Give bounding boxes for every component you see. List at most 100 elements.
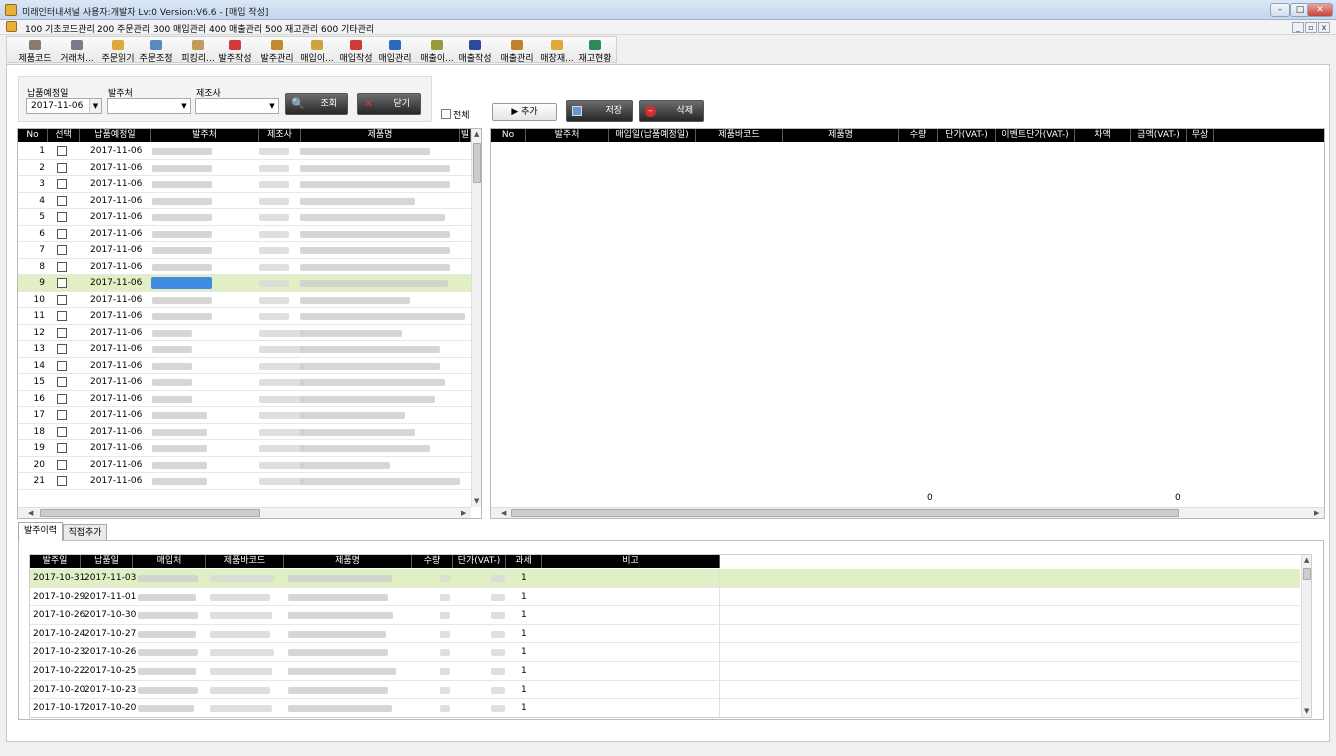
- mdi-close-button[interactable]: x: [1318, 22, 1330, 33]
- history-col-6[interactable]: 단가(VAT-): [453, 555, 506, 568]
- toolbar-button-12[interactable]: 매출관리: [497, 38, 537, 64]
- supplier-select[interactable]: ▼: [107, 98, 191, 114]
- row-select-checkbox[interactable]: [57, 459, 67, 470]
- pending-order-col-1[interactable]: 선택: [48, 129, 80, 142]
- table-row[interactable]: 2 2017-11-06: [18, 160, 471, 176]
- search-button[interactable]: 🔍 조회: [285, 93, 348, 115]
- scroll-thumb[interactable]: [1303, 568, 1311, 580]
- row-select-checkbox[interactable]: [57, 344, 67, 354]
- row-select-checkbox[interactable]: [57, 278, 67, 288]
- history-col-5[interactable]: 수량: [412, 555, 453, 568]
- row-select-checkbox[interactable]: [57, 393, 67, 404]
- row-select-checkbox[interactable]: [57, 146, 67, 156]
- table-row[interactable]: 2017-10-23 2017-10-26 1: [30, 643, 1300, 662]
- close-button[interactable]: ✕ 닫기: [357, 93, 421, 115]
- table-row[interactable]: 17 2017-11-06: [18, 407, 471, 424]
- scroll-down-icon[interactable]: ▼: [474, 497, 479, 505]
- purchase-entry-col-8[interactable]: 차액: [1075, 129, 1131, 142]
- table-row[interactable]: 9 2017-11-06: [18, 275, 471, 292]
- select-all-checkbox[interactable]: [441, 109, 451, 119]
- pending-order-col-5[interactable]: 제품명: [301, 129, 460, 142]
- table-row[interactable]: 2017-10-29 2017-11-01 1: [30, 587, 1300, 607]
- purchase-entry-col-7[interactable]: 이벤트단가(VAT-): [996, 129, 1075, 142]
- row-select-checkbox[interactable]: [57, 410, 67, 420]
- pending-order-col-0[interactable]: No: [18, 129, 48, 142]
- pending-order-col-3[interactable]: 발주처: [151, 129, 259, 142]
- table-row[interactable]: 2017-10-20 2017-10-23 1: [30, 680, 1300, 700]
- table-row[interactable]: 18 2017-11-06: [18, 424, 471, 440]
- purchase-entry-col-6[interactable]: 단가(VAT-): [938, 129, 996, 142]
- menu-purchase[interactable]: 300 매입관리: [153, 22, 206, 35]
- table-row[interactable]: 2017-10-31 2017-11-03 1: [30, 569, 1300, 588]
- purchase-entry-col-3[interactable]: 제품바코드: [696, 129, 783, 142]
- table-row[interactable]: 15 2017-11-06: [18, 374, 471, 391]
- scroll-thumb[interactable]: [40, 509, 260, 517]
- history-col-4[interactable]: 제품명: [284, 555, 412, 568]
- table-row[interactable]: 2017-10-26 2017-10-30 1: [30, 606, 1300, 625]
- table-row[interactable]: 19 2017-11-06: [18, 440, 471, 457]
- toolbar-button-5[interactable]: 발주작성: [215, 38, 255, 64]
- row-select-checkbox[interactable]: [57, 195, 67, 206]
- order-history-grid[interactable]: 발주일 납품일 매입처 제품바코드 제품명 수량 단가(VAT-) 과세 비고 2017-10-…: [29, 554, 1312, 718]
- purchase-entry-grid[interactable]: No 발주처 매입일(납품예정일) 제품바코드 제품명 수량 단가(VAT-) 이벤트단가(V…: [490, 128, 1325, 519]
- row-select-checkbox[interactable]: [57, 476, 67, 486]
- history-col-0[interactable]: 발주일: [30, 555, 81, 568]
- table-row[interactable]: 14 2017-11-06: [18, 358, 471, 374]
- purchase-entry-col-4[interactable]: 제품명: [783, 129, 899, 142]
- chevron-down-icon[interactable]: ▼: [89, 99, 101, 113]
- menu-sales[interactable]: 400 매출관리: [209, 22, 262, 35]
- table-row[interactable]: 13 2017-11-06: [18, 341, 471, 358]
- pending-order-col-4[interactable]: 제조사: [259, 129, 301, 142]
- purchase-entry-col-2[interactable]: 매입일(납품예정일): [609, 129, 696, 142]
- row-select-checkbox[interactable]: [57, 443, 67, 453]
- table-row[interactable]: 5 2017-11-06: [18, 209, 471, 226]
- row-select-checkbox[interactable]: [57, 377, 67, 387]
- pending-order-col-2[interactable]: 납품예정일: [80, 129, 151, 142]
- toolbar-button-3[interactable]: 주문조정: [136, 38, 176, 64]
- horizontal-scrollbar[interactable]: ◀ ▶: [18, 507, 471, 518]
- row-select-checkbox[interactable]: [57, 294, 67, 305]
- table-row[interactable]: 4 2017-11-06: [18, 193, 471, 209]
- table-row[interactable]: 8 2017-11-06: [18, 259, 471, 275]
- toolbar-button-0[interactable]: 제품코드: [15, 38, 55, 64]
- toolbar-button-11[interactable]: 매출작성: [455, 38, 495, 64]
- vertical-scrollbar[interactable]: ▲ ▼: [1301, 555, 1311, 717]
- table-row[interactable]: 2017-10-22 2017-10-25 1: [30, 662, 1300, 681]
- pending-order-grid[interactable]: No 선택 납품예정일 발주처 제조사 제품명 빌 1 2017-11-06 2 2017-11-…: [17, 128, 482, 519]
- row-select-checkbox[interactable]: [57, 212, 67, 222]
- row-select-checkbox[interactable]: [57, 261, 67, 272]
- row-select-checkbox[interactable]: [57, 228, 67, 239]
- purchase-entry-col-10[interactable]: 무상: [1187, 129, 1214, 142]
- table-row[interactable]: 20 2017-11-06: [18, 457, 471, 473]
- tab-order-history[interactable]: 발주이력: [18, 522, 63, 541]
- menu-order[interactable]: 200 주문관리: [97, 22, 150, 35]
- table-row[interactable]: 7 2017-11-06: [18, 242, 471, 259]
- scroll-left-icon[interactable]: ◀: [501, 509, 506, 517]
- delivery-date-picker[interactable]: 2017-11-06 ▼: [26, 98, 102, 114]
- table-row[interactable]: 2017-10-24 2017-10-27 1: [30, 624, 1300, 644]
- history-col-7[interactable]: 과세: [506, 555, 542, 568]
- row-select-checkbox[interactable]: [57, 162, 67, 173]
- toolbar-button-7[interactable]: 매입이...: [297, 38, 337, 64]
- toolbar-button-10[interactable]: 매출이...: [417, 38, 457, 64]
- menu-stock[interactable]: 500 재고관리: [265, 22, 318, 35]
- table-row[interactable]: 16 2017-11-06: [18, 391, 471, 407]
- toolbar-button-8[interactable]: 매입작성: [336, 38, 376, 64]
- scroll-right-icon[interactable]: ▶: [461, 509, 466, 517]
- history-col-2[interactable]: 매입처: [133, 555, 206, 568]
- horizontal-scrollbar[interactable]: ◀ ▶: [491, 507, 1324, 518]
- toolbar-button-6[interactable]: 발주관리: [257, 38, 297, 64]
- pending-order-col-6[interactable]: 빌: [460, 129, 471, 142]
- scroll-thumb[interactable]: [511, 509, 1179, 517]
- history-col-1[interactable]: 납품일: [81, 555, 133, 568]
- scroll-down-icon[interactable]: ▼: [1304, 707, 1309, 715]
- save-button[interactable]: 저장: [566, 100, 633, 122]
- row-select-checkbox[interactable]: [57, 311, 67, 321]
- toolbar-button-4[interactable]: 피킹리...: [178, 38, 218, 64]
- table-row[interactable]: 6 2017-11-06: [18, 226, 471, 242]
- minimize-button[interactable]: –: [1270, 3, 1290, 17]
- scroll-right-icon[interactable]: ▶: [1314, 509, 1319, 517]
- toolbar-button-14[interactable]: 재고현황: [575, 38, 615, 64]
- toolbar-button-1[interactable]: 거래처...: [57, 38, 97, 64]
- chevron-down-icon[interactable]: ▼: [266, 99, 278, 113]
